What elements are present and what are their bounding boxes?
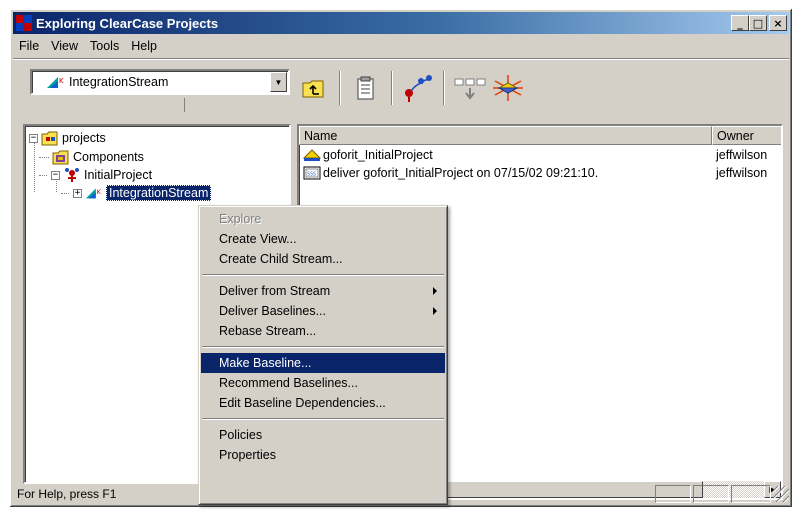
menu-item-edit-baseline-dependencies[interactable]: Edit Baseline Dependencies... [201,393,445,413]
menu-item-rebase-stream[interactable]: Rebase Stream... [201,321,445,341]
stream-selector-value: IntegrationStream [69,75,169,89]
activity-icon: SSS [303,166,321,180]
svg-text:K: K [59,77,64,85]
project-icon [65,168,79,182]
menu-bar: File View Tools Help [13,36,789,56]
combo-dropdown-arrow-icon[interactable]: ▼ [270,72,287,92]
svg-text:SSS: SSS [307,172,316,178]
list-item-owner: jeffwilson [716,166,768,180]
clearcase-app-icon [16,15,32,31]
status-panel [731,485,771,503]
toolbar-separator [391,71,393,105]
menu-item-label: Deliver Baselines... [219,304,326,318]
list-item-owner: jeffwilson [716,148,768,162]
tree-label-integrationstream: IntegrationStream [106,185,212,201]
stream-icon: K [47,77,64,88]
menu-item-make-baseline[interactable]: Make Baseline... [201,353,445,373]
menu-item-policies[interactable]: Policies [201,425,445,445]
menu-item-deliver-baselines[interactable]: Deliver Baselines... [201,301,445,321]
menu-separator [202,274,444,276]
tree-item-initialproject[interactable]: − InitialProject [51,166,152,184]
toolbar: K IntegrationStream ▼ [13,58,789,116]
menu-item-explore: Explore [219,212,262,226]
menu-view[interactable]: View [45,39,84,53]
status-panel [693,485,729,503]
components-folder-icon [52,150,69,165]
minimize-button[interactable]: _ [731,15,749,31]
menu-separator [202,418,444,420]
menu-tools[interactable]: Tools [84,39,125,53]
stream-selector-combo[interactable]: K IntegrationStream ▼ [30,69,290,95]
toolbar-separator [339,71,341,105]
deliver-button[interactable] [399,69,437,107]
menu-item-label: Deliver from Stream [219,284,331,298]
stream-icon: K [85,188,102,199]
tree-guide-line [39,157,49,158]
tree-label-initialproject: InitialProject [84,168,153,182]
menu-item-create-view[interactable]: Create View... [201,229,445,249]
properties-button[interactable] [347,69,385,107]
deliver-icon [405,75,432,102]
combo-divider [43,98,185,112]
tree-label-components: Components [73,150,144,164]
toolbar-separator [443,71,445,105]
column-header-owner[interactable]: Owner [712,126,781,145]
list-item-name: deliver goforit_InitialProject on 07/15/… [323,166,599,180]
folder-up-icon [302,80,324,98]
menu-help[interactable]: Help [125,39,163,53]
toolbar-buttons [295,65,527,111]
menu-file[interactable]: File [13,39,45,53]
list-item[interactable]: SSS deliver goforit_InitialProject on 07… [303,164,781,182]
tree-item-integrationstream[interactable]: + K IntegrationStream [73,184,212,202]
menu-item-properties[interactable]: Properties [201,445,445,465]
tree-guide-line [61,193,69,194]
svg-text:K: K [97,189,102,196]
folder-up-button[interactable] [295,69,333,107]
projects-folder-icon [41,131,58,146]
tree-item-components[interactable]: Components [49,148,144,166]
menu-item-recommend-baselines[interactable]: Recommend Baselines... [201,373,445,393]
column-header-name[interactable]: Name [299,126,712,145]
baseline-compare-button[interactable] [451,69,489,107]
rebase-icon [493,75,523,101]
submenu-arrow-icon [433,287,437,295]
status-panel [655,485,691,503]
properties-icon [357,76,374,100]
tree-guide-line [39,175,47,176]
menu-item-deliver-from-stream[interactable]: Deliver from Stream [201,281,445,301]
title-bar[interactable]: Exploring ClearCase Projects _ □ × [13,12,789,34]
tree-guide-line [34,140,35,192]
maximize-button[interactable]: □ [749,15,767,31]
window-title: Exploring ClearCase Projects [36,15,219,31]
rebase-button[interactable] [489,69,527,107]
collapse-initialproject-icon[interactable]: − [51,170,60,180]
list-item[interactable]: goforit_InitialProject jeffwilson [303,146,781,164]
menu-item-create-child-stream[interactable]: Create Child Stream... [201,249,445,269]
tree-item-projects[interactable]: − projects [29,129,106,147]
submenu-arrow-icon [433,307,437,315]
expand-integrationstream-icon[interactable]: + [73,188,82,198]
close-button[interactable]: × [769,15,787,31]
list-item-name: goforit_InitialProject [323,148,433,162]
baseline-icon [303,149,321,161]
baseline-compare-icon [454,78,486,100]
tree-label-projects: projects [62,131,106,145]
collapse-projects-icon[interactable]: − [29,133,38,143]
resize-grip-icon[interactable] [773,486,789,502]
menu-separator [202,346,444,348]
stream-context-menu: Explore Create View... Create Child Stre… [198,205,448,505]
